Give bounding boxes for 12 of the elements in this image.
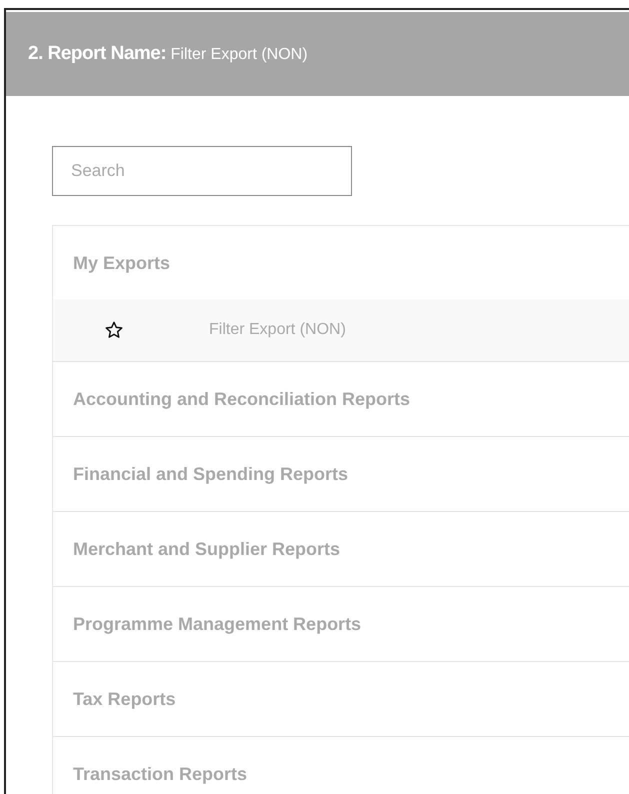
category-header[interactable]: Transaction Reports: [53, 737, 629, 794]
star-icon[interactable]: [105, 321, 123, 339]
search-field[interactable]: Search: [52, 146, 352, 196]
report-name-heading: 2. Report Name: Filter Export (NON): [28, 43, 308, 65]
category-header[interactable]: Financial and Spending Reports: [53, 437, 629, 511]
report-name: Filter Export (NON): [209, 321, 346, 339]
category-header[interactable]: Accounting and Reconciliation Reports: [53, 362, 629, 436]
category-header[interactable]: Merchant and Supplier Reports: [53, 512, 629, 586]
category-header[interactable]: My Exports: [53, 226, 629, 300]
report-item[interactable]: Filter Export (NON): [53, 299, 629, 361]
category-header[interactable]: Programme Management Reports: [53, 587, 629, 661]
category-header[interactable]: Tax Reports: [53, 662, 629, 736]
